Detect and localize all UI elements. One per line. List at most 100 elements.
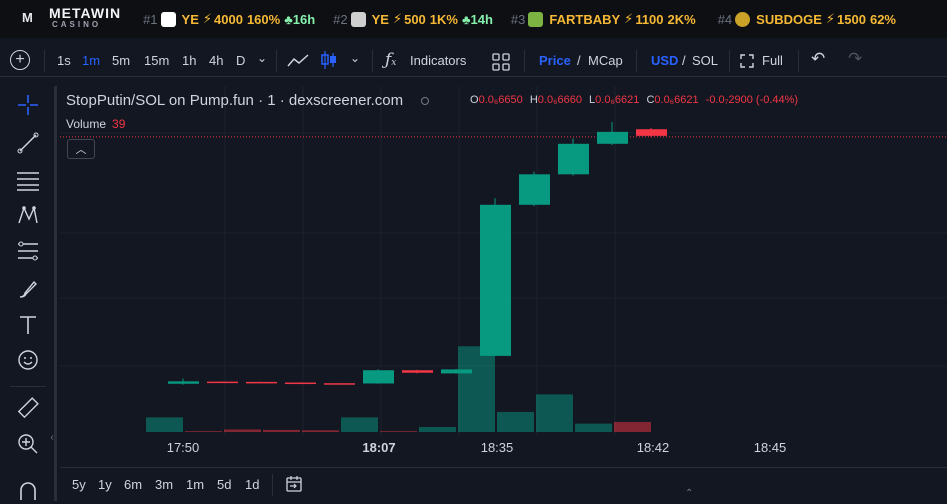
sprout-icon: ♣ bbox=[461, 11, 471, 27]
range-5y[interactable]: 5y bbox=[72, 477, 86, 492]
indicators-button[interactable]: Indicators bbox=[410, 53, 466, 68]
ohlc-o-label: O bbox=[470, 94, 479, 106]
interval-15m[interactable]: 15m bbox=[144, 53, 169, 68]
ticker-value: 500 bbox=[404, 11, 426, 27]
ticker-item[interactable]: #3 FARTBABY ⚡ 1100 2K% bbox=[511, 11, 700, 27]
slash-divider: / bbox=[577, 53, 581, 68]
sol-toggle[interactable]: SOL bbox=[692, 53, 718, 68]
candle-body bbox=[402, 370, 433, 373]
indicators-icon[interactable]: ƒx bbox=[385, 50, 396, 70]
range-1m[interactable]: 1m bbox=[186, 477, 204, 492]
brand-sub: CASINO bbox=[52, 20, 102, 29]
volume-bar bbox=[536, 394, 573, 432]
ticker-rank: #4 bbox=[717, 11, 733, 27]
volume-bar bbox=[341, 417, 378, 432]
horizontal-lines-icon[interactable] bbox=[14, 168, 42, 194]
layout-grid-icon[interactable] bbox=[492, 53, 510, 71]
zoom-in-icon[interactable] bbox=[14, 431, 42, 457]
volume-bar bbox=[185, 431, 222, 432]
range-selector-bar: 5y 1y 6m 3m 1m 5d 1d ⌃ bbox=[60, 467, 947, 501]
candle-body bbox=[519, 174, 550, 205]
ticker-item[interactable]: #1 YE ⚡ 4000 160% ♣16h bbox=[143, 11, 315, 27]
volume-bar bbox=[146, 417, 183, 432]
collapse-toolbar-handle[interactable]: ‹ bbox=[47, 426, 57, 448]
chart-toolbar: + 1s 1m 5m 15m 1h 4h D ⌄ ⌄ ƒx Indicators… bbox=[0, 45, 947, 77]
add-symbol-icon[interactable]: + bbox=[10, 50, 30, 70]
range-5d[interactable]: 5d bbox=[217, 477, 231, 492]
pattern-icon[interactable] bbox=[14, 202, 42, 228]
volume-bar bbox=[497, 411, 534, 432]
range-1y[interactable]: 1y bbox=[98, 477, 112, 492]
usd-toggle[interactable]: USD bbox=[651, 53, 678, 68]
time-axis[interactable]: 17:50 18:07 18:35 18:42 18:45 bbox=[60, 437, 947, 463]
candle-body bbox=[636, 129, 667, 136]
full-button[interactable]: Full bbox=[762, 53, 783, 68]
interval-5m[interactable]: 5m bbox=[112, 53, 130, 68]
ticker-value: 1500 bbox=[837, 11, 866, 27]
time-tick-label: 18:42 bbox=[636, 440, 670, 455]
interval-1m[interactable]: 1m bbox=[82, 53, 100, 68]
trend-line-icon[interactable] bbox=[14, 130, 42, 156]
range-1d[interactable]: 1d bbox=[245, 477, 259, 492]
mcap-toggle[interactable]: MCap bbox=[588, 53, 623, 68]
fib-levels-icon[interactable] bbox=[14, 239, 42, 265]
emoji-icon[interactable] bbox=[14, 347, 42, 373]
ticker-pct: 62% bbox=[869, 11, 896, 27]
line-chart-icon[interactable] bbox=[287, 53, 309, 69]
bolt-icon: ⚡ bbox=[202, 11, 213, 26]
price-chart[interactable] bbox=[60, 86, 947, 436]
undo-icon[interactable]: ↶ bbox=[811, 49, 825, 69]
volume-legend: Volume 39 bbox=[66, 117, 125, 131]
ticker-pct: 160% bbox=[246, 11, 281, 27]
interval-4h[interactable]: 4h bbox=[209, 53, 223, 68]
ticker-value: 4000 bbox=[214, 11, 243, 27]
crosshair-icon[interactable] bbox=[14, 92, 42, 118]
candle-body bbox=[285, 382, 316, 385]
brush-icon[interactable] bbox=[14, 276, 42, 302]
candle-body bbox=[480, 204, 511, 356]
interval-d[interactable]: D bbox=[236, 53, 245, 68]
ohlc-low-value: 0.0₆6621 bbox=[595, 94, 640, 106]
interval-1h[interactable]: 1h bbox=[182, 53, 196, 68]
ticker-value: 1100 bbox=[635, 11, 664, 27]
volume-bar bbox=[263, 429, 300, 432]
volume-bar bbox=[380, 431, 417, 432]
ruler-icon[interactable] bbox=[14, 395, 42, 421]
candle-body bbox=[324, 383, 355, 385]
text-icon[interactable] bbox=[14, 312, 42, 338]
range-3m[interactable]: 3m bbox=[155, 477, 173, 492]
range-6m[interactable]: 6m bbox=[124, 477, 142, 492]
ohlc-high-value: 0.0₆6660 bbox=[537, 94, 582, 106]
fullscreen-icon[interactable] bbox=[740, 54, 754, 68]
ticker-item[interactable]: #4 SUBDOGE ⚡ 1500 62% bbox=[718, 11, 900, 27]
candle-body bbox=[558, 143, 589, 175]
scroll-up-icon[interactable]: ⌃ bbox=[685, 488, 693, 499]
trending-ticker-bar: METAWIN CASINO #1 YE ⚡ 4000 160% ♣16h #2… bbox=[0, 0, 947, 38]
interval-1s[interactable]: 1s bbox=[57, 53, 71, 68]
price-toggle[interactable]: Price bbox=[539, 53, 571, 68]
token-avatar bbox=[528, 11, 544, 27]
volume-label: Volume bbox=[66, 117, 107, 131]
ohlc-open-value: 0.0₆6650 bbox=[478, 94, 523, 106]
candles-icon[interactable] bbox=[320, 50, 338, 70]
token-avatar bbox=[160, 11, 176, 27]
volume-bar bbox=[575, 423, 612, 432]
collapse-legend-button[interactable]: ︿ bbox=[67, 139, 95, 159]
ohlc-values: O0.0₆6650 H0.0₆6660 L0.0₆6621 C0.0₆6621 … bbox=[470, 94, 798, 106]
token-avatar bbox=[735, 11, 751, 27]
ticker-item[interactable]: #2 YE ⚡ 500 1K% ♣14h bbox=[333, 11, 493, 27]
bolt-icon: ⚡ bbox=[392, 11, 403, 26]
volume-value: 39 bbox=[112, 117, 126, 131]
magnet-icon[interactable] bbox=[14, 478, 42, 504]
go-to-date-icon[interactable] bbox=[285, 475, 303, 493]
ohlc-close-value: 0.0₆6621 bbox=[654, 94, 699, 106]
chart-symbol-title[interactable]: StopPutin/SOL on Pump.fun · 1 · dexscree… bbox=[66, 92, 403, 109]
chevron-down-icon[interactable]: ⌄ bbox=[257, 51, 267, 65]
candle-body bbox=[207, 381, 238, 384]
ticker-age: ♣16h bbox=[284, 12, 315, 27]
metawin-casino-logo[interactable]: METAWIN CASINO bbox=[22, 6, 121, 30]
chevron-down-icon[interactable]: ⌄ bbox=[350, 51, 360, 65]
ticker-rank: #3 bbox=[510, 11, 526, 27]
ticker-symbol: YE bbox=[371, 11, 389, 27]
time-tick-label: 18:07 bbox=[362, 440, 396, 455]
